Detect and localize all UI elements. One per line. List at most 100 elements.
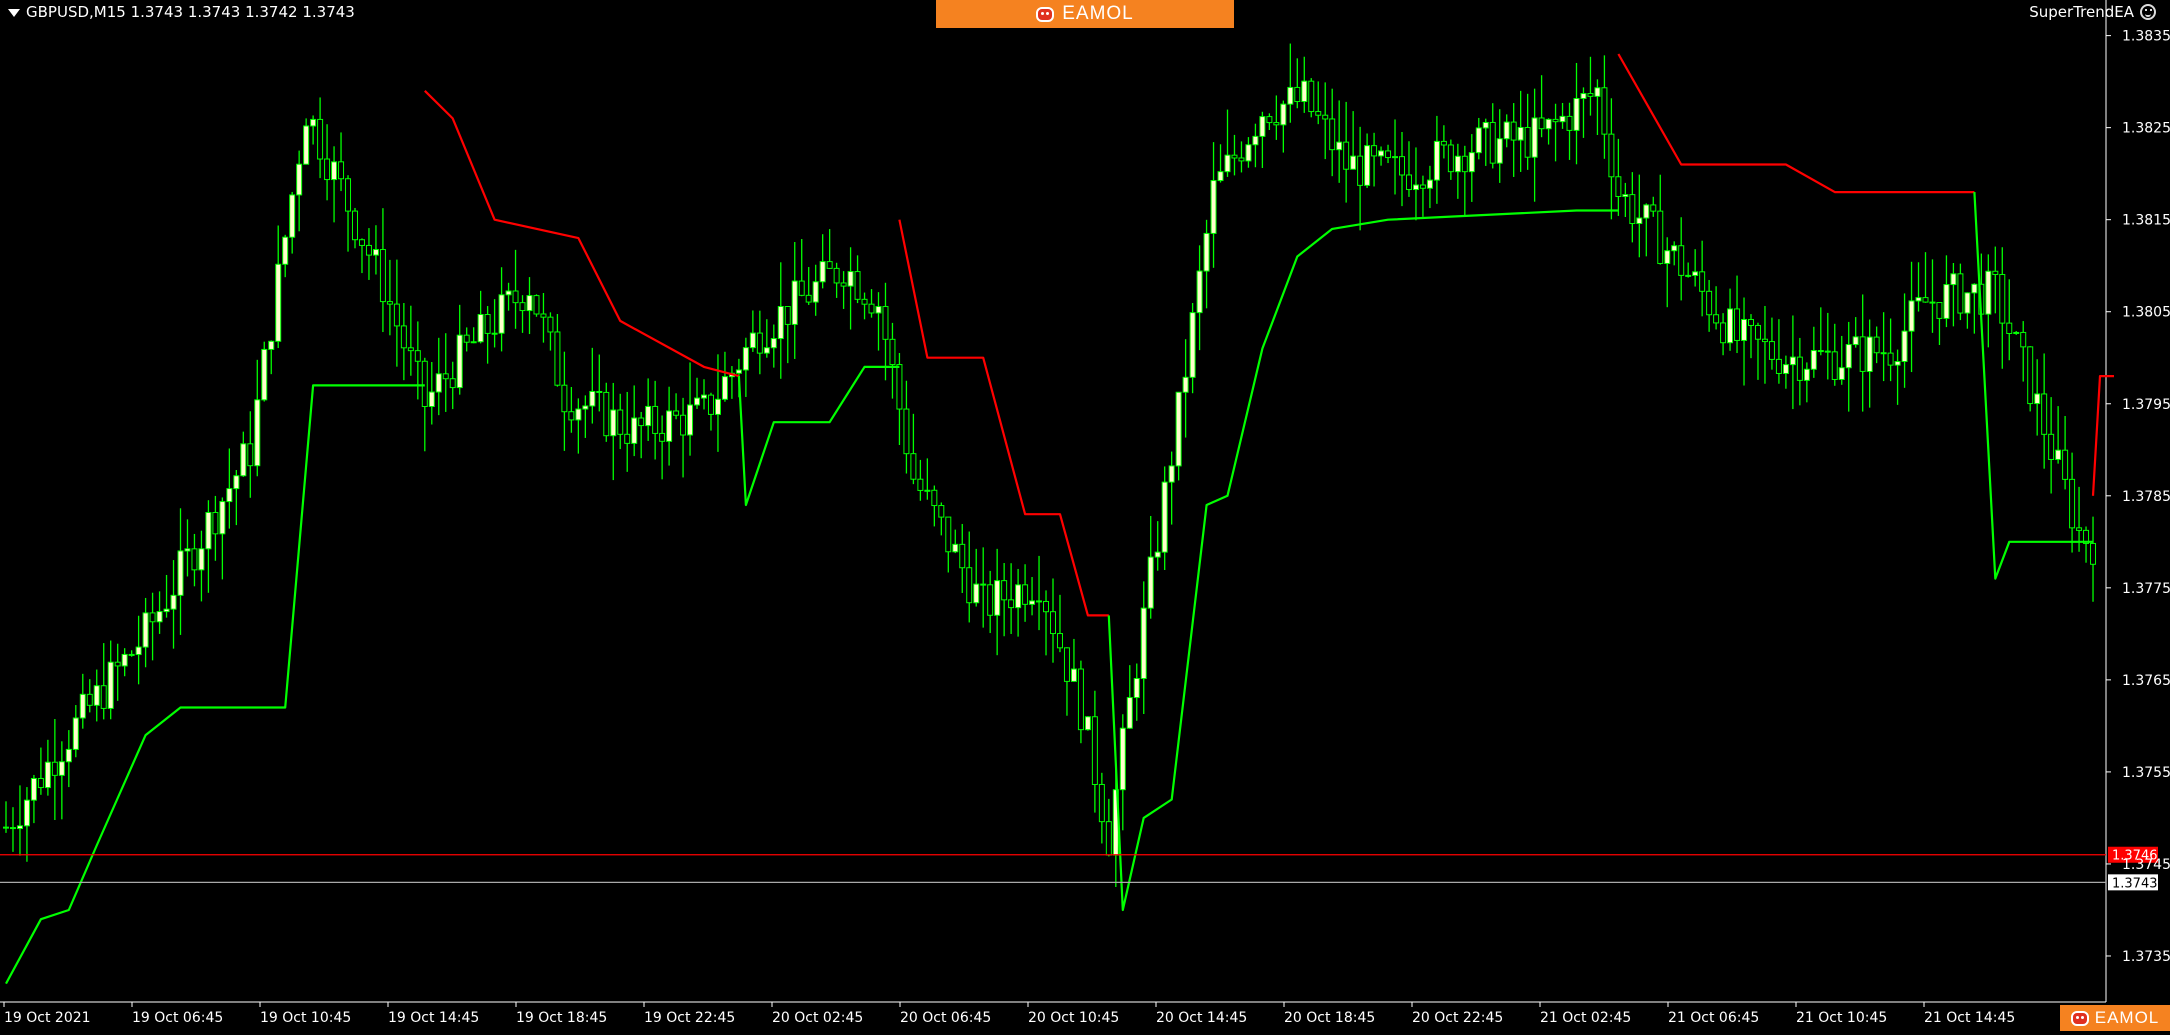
candle-body [1803, 368, 1810, 381]
candle-body [1399, 156, 1405, 176]
candle-body [1915, 297, 1922, 302]
candle-body [1971, 283, 1978, 294]
candle-body [917, 478, 924, 491]
candle-body [1992, 270, 1999, 276]
candle-body [1489, 121, 1496, 164]
candle-body [631, 417, 638, 444]
candle-body [1524, 126, 1531, 158]
candle-body [1650, 204, 1657, 212]
candle-body [1531, 117, 1538, 158]
candle-body [875, 306, 882, 314]
candle-body [372, 249, 379, 256]
candle-body [1461, 155, 1468, 173]
y-tick-label: 1.3835 [2122, 29, 2170, 45]
candle-body [1852, 336, 1859, 346]
candle-body [1950, 273, 1957, 286]
corner-watermark: EAMOL [2060, 1005, 2170, 1031]
candle-body [1280, 103, 1287, 126]
indicator-name: SuperTrendEA [2029, 3, 2134, 21]
candle-body [2076, 527, 2083, 531]
candle-body [673, 410, 680, 416]
candle-body [1748, 318, 1754, 326]
candle-body [1559, 115, 1566, 123]
candle-body [212, 511, 219, 535]
candle-body [358, 239, 365, 246]
candle-body [1015, 584, 1022, 609]
candle-body [749, 332, 756, 349]
candle-body [379, 249, 386, 303]
candle-body [1022, 584, 1029, 605]
candle-body [1189, 312, 1196, 378]
candle-body [1866, 336, 1873, 372]
candle-body [1887, 352, 1894, 366]
candle-body [1664, 250, 1671, 264]
candle-body [1831, 351, 1838, 380]
candle-body [1105, 821, 1112, 856]
dropdown-triangle-icon[interactable] [8, 8, 20, 17]
chart-canvas[interactable]: 1.37461.3743 1.3835 1.3825 1.3815 1.3805 1.3… [0, 0, 2170, 1031]
candle-body [1754, 324, 1761, 340]
candle-body [1119, 727, 1126, 791]
candle-body [526, 295, 533, 312]
smiley-icon[interactable] [2140, 4, 2156, 20]
candle-body [58, 761, 65, 776]
candle-body [582, 405, 589, 410]
price-chart[interactable]: 1.3746 1.3743 1.3835 1.3825 1.3815 1.3805 1.3… [0, 0, 2170, 1031]
candle-body [3, 826, 9, 829]
supertrend-line-down [1617, 53, 1975, 194]
candle-body [1922, 297, 1929, 303]
candle-body [1091, 716, 1098, 785]
candle-body [1126, 697, 1133, 729]
candle-body [959, 543, 966, 569]
candle-body [680, 414, 687, 436]
candle-body [554, 331, 561, 386]
candle-body [1336, 141, 1343, 151]
x-tick-label: 20 Oct 22:45 [1412, 1010, 1503, 1026]
price-lines-layer: 1.37461.3743 [0, 846, 2158, 891]
candle-body [1084, 716, 1091, 731]
candle-body [1098, 783, 1105, 823]
x-tick-label: 20 Oct 06:45 [900, 1010, 991, 1026]
y-tick-label: 1.3755 [2122, 765, 2170, 781]
candle-body [987, 584, 994, 616]
candle-body [1985, 270, 1992, 315]
candle-body [547, 316, 554, 333]
watermark-text: EAMOL [1062, 3, 1134, 24]
candle-body [86, 693, 93, 706]
candle-body [938, 505, 945, 518]
watermark-banner: EAMOL [936, 0, 1234, 28]
x-tick-label: 21 Oct 02:45 [1540, 1010, 1631, 1026]
candle-body [826, 261, 833, 269]
candle-body [819, 261, 826, 283]
candle-body [1350, 155, 1357, 170]
candle-body [596, 390, 603, 393]
candle-body [226, 488, 233, 503]
y-tick-label: 1.3765 [2122, 673, 2170, 689]
candle-body [833, 267, 840, 284]
candle-body [114, 661, 121, 667]
candle-body [777, 306, 784, 340]
x-tick-label: 19 Oct 06:45 [132, 1010, 223, 1026]
candle-body [1196, 270, 1203, 314]
x-tick-label: 19 Oct 10:45 [260, 1010, 351, 1026]
candle-body [463, 334, 470, 343]
candle-body [393, 303, 400, 327]
candle-body [233, 475, 240, 490]
candle-body [442, 373, 449, 380]
candle-body [1713, 314, 1720, 324]
candle-body [240, 443, 247, 477]
candle-body [1412, 184, 1419, 191]
candle-body [2048, 433, 2055, 460]
candle-body [652, 405, 659, 434]
candle-body [805, 294, 812, 303]
candle-body [16, 825, 23, 830]
candle-body [1475, 127, 1482, 154]
candle-body [1782, 364, 1789, 374]
candle-body [2062, 449, 2069, 480]
x-tick-label: 21 Oct 14:45 [1924, 1010, 2015, 1026]
candle-body [2041, 393, 2048, 435]
candle-body [812, 281, 819, 303]
candle-body [247, 443, 254, 467]
candle-body [156, 611, 163, 623]
candle-body [638, 417, 645, 427]
